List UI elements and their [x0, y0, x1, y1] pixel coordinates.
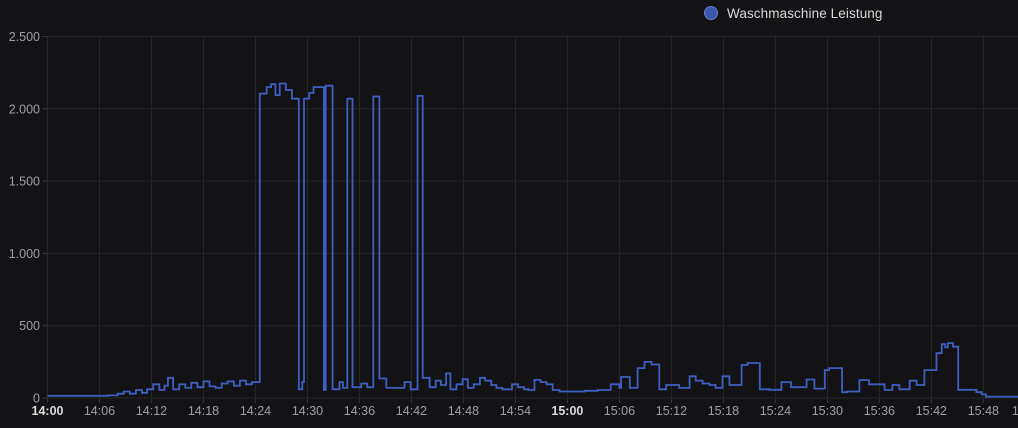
y-tick-label: 2.000 — [9, 102, 40, 116]
x-tick-label: 15:48 — [968, 404, 999, 418]
x-tick-label: 15:18 — [708, 404, 739, 418]
y-tick-label: 1.500 — [9, 175, 40, 189]
x-tick-label: 15:30 — [812, 404, 843, 418]
legend: Waschmaschine Leistung — [704, 3, 883, 23]
x-tick-label: 14:24 — [240, 404, 271, 418]
x-tick-label: 14:06 — [84, 404, 115, 418]
x-tick-label: 14:42 — [396, 404, 427, 418]
x-tick-label: 14:12 — [136, 404, 167, 418]
x-tick-label: 15:06 — [604, 404, 635, 418]
x-tick-label: 15:24 — [760, 404, 791, 418]
x-tick-label-partial: 1 — [1012, 404, 1018, 418]
series-line-waschmaschine-leistung — [48, 84, 1018, 397]
y-tick-label: 2.500 — [9, 30, 40, 44]
x-tick-label: 14:18 — [188, 404, 219, 418]
legend-item-waschmaschine-leistung[interactable]: Waschmaschine Leistung — [704, 6, 883, 21]
series-color-dot-icon — [704, 6, 718, 20]
x-tick-label: 15:12 — [656, 404, 687, 418]
chart-canvas[interactable]: 05001.0001.5002.0002.50014:0014:0614:121… — [0, 0, 1018, 428]
x-tick-label: 15:00 — [551, 404, 583, 418]
graph-panel: Waschmaschine Leistung 05001.0001.5002.0… — [0, 0, 1018, 428]
x-tick-label: 14:00 — [32, 404, 64, 418]
x-tick-label: 14:30 — [292, 404, 323, 418]
x-tick-label: 14:48 — [448, 404, 479, 418]
x-tick-label: 14:36 — [344, 404, 375, 418]
x-tick-label: 14:54 — [500, 404, 531, 418]
y-tick-label: 500 — [19, 319, 40, 333]
y-tick-label: 1.000 — [9, 247, 40, 261]
legend-label: Waschmaschine Leistung — [727, 6, 883, 21]
x-tick-label: 15:36 — [864, 404, 895, 418]
x-tick-label: 15:42 — [916, 404, 947, 418]
